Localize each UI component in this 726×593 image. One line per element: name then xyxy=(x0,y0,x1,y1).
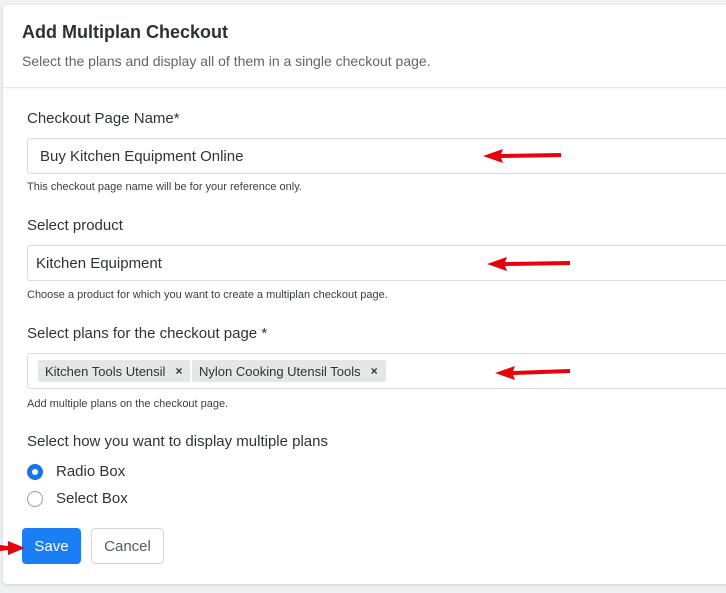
product-label: Select product xyxy=(27,217,123,234)
product-select[interactable]: Kitchen Equipment xyxy=(27,245,726,281)
checkout-name-value: Buy Kitchen Equipment Online xyxy=(40,148,244,165)
radio-option-label: Radio Box xyxy=(56,463,126,480)
plan-chip: Kitchen Tools Utensil × xyxy=(38,360,191,382)
radio-button-checked[interactable] xyxy=(27,463,43,480)
product-help: Choose a product for which you want to c… xyxy=(27,289,388,301)
annotation-arrow-icon xyxy=(483,149,561,163)
plan-chip-label: Kitchen Tools Utensil xyxy=(45,363,166,379)
card-header: Add Multiplan Checkout Select the plans … xyxy=(3,5,726,88)
save-button[interactable]: Save xyxy=(22,528,81,564)
multiplan-checkout-card: Add Multiplan Checkout Select the plans … xyxy=(3,5,726,584)
radio-option-select-box[interactable]: Select Box xyxy=(27,490,128,507)
display-mode-label: Select how you want to display multiple … xyxy=(27,433,328,450)
plan-chip-label: Nylon Cooking Utensil Tools xyxy=(199,363,361,379)
page-title: Add Multiplan Checkout xyxy=(22,22,228,42)
radio-option-label: Select Box xyxy=(56,490,128,507)
annotation-arrow-icon xyxy=(495,366,570,380)
annotation-arrow-icon xyxy=(0,541,25,555)
cancel-button[interactable]: Cancel xyxy=(91,528,164,564)
plan-chip: Nylon Cooking Utensil Tools × xyxy=(192,360,386,382)
product-value: Kitchen Equipment xyxy=(36,255,162,272)
remove-plan-icon[interactable]: × xyxy=(175,364,182,378)
radio-option-radio-box[interactable]: Radio Box xyxy=(27,463,125,480)
checkout-name-help: This checkout page name will be for your… xyxy=(27,181,302,193)
radio-button-unchecked[interactable] xyxy=(27,490,43,507)
checkout-name-label: Checkout Page Name* xyxy=(27,110,180,127)
page-subtitle: Select the plans and display all of them… xyxy=(22,53,431,69)
remove-plan-icon[interactable]: × xyxy=(371,364,378,378)
plans-label: Select plans for the checkout page * xyxy=(27,325,268,342)
plans-help: Add multiple plans on the checkout page. xyxy=(27,398,229,410)
plans-multiselect[interactable]: Kitchen Tools Utensil × Nylon Cooking Ut… xyxy=(27,353,726,389)
annotation-arrow-icon xyxy=(487,257,570,271)
checkout-name-input[interactable]: Buy Kitchen Equipment Online xyxy=(27,138,726,174)
